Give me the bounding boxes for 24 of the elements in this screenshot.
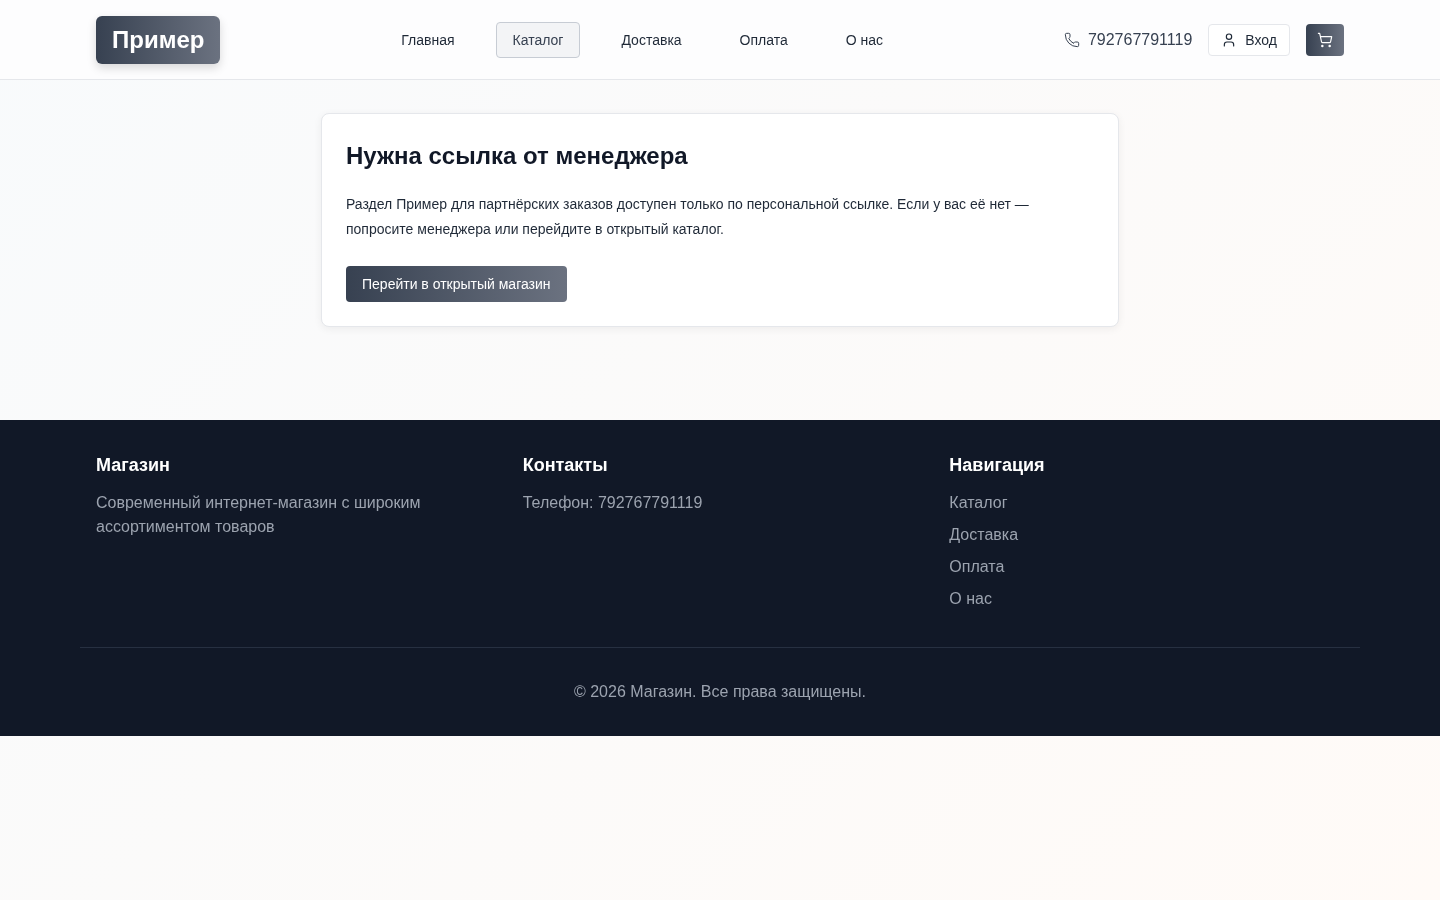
footer-link[interactable]: Доставка — [949, 523, 1019, 547]
cart-icon — [1317, 31, 1333, 48]
footer-link[interactable]: О нас — [949, 587, 992, 611]
nav-link[interactable]: Каталог — [495, 21, 581, 58]
phone-number: 792767791119 — [1087, 29, 1193, 50]
nav-link[interactable]: Доставка — [604, 21, 699, 58]
open-store-button[interactable]: Перейти в открытый магазин — [346, 266, 567, 302]
copyright-text: © 2026 Магазин. Все права защищены. — [574, 682, 866, 702]
logo[interactable]: Пример — [96, 15, 221, 64]
footer-heading: Навигация — [949, 454, 1046, 477]
phone-icon — [1063, 31, 1080, 48]
nav-link[interactable]: Главная — [384, 21, 472, 58]
login-button[interactable]: Вход — [1208, 23, 1290, 56]
nav-link[interactable]: Оплата — [722, 21, 805, 58]
footer-link[interactable]: Каталог — [949, 491, 1008, 515]
footer-link[interactable]: Оплата — [949, 555, 1005, 579]
cart-button[interactable] — [1306, 23, 1344, 56]
footer-description: Современный интернет-магазин с широким ассортиментом товаров — [96, 493, 422, 537]
footer-heading: Магазин — [96, 454, 171, 477]
footer-heading: Контакты — [522, 454, 609, 477]
nav-link[interactable]: О нас — [828, 21, 901, 58]
footer-phone: Телефон: 792767791119 — [522, 493, 704, 513]
notice-title: Нужна ссылка от менеджера — [346, 141, 689, 171]
notice-text: Раздел Пример для партнёрских заказов доступен только по персональной ссылке. Если у вас её нет — попросите менеджера или перейдите в открытый каталог. — [346, 195, 1030, 239]
